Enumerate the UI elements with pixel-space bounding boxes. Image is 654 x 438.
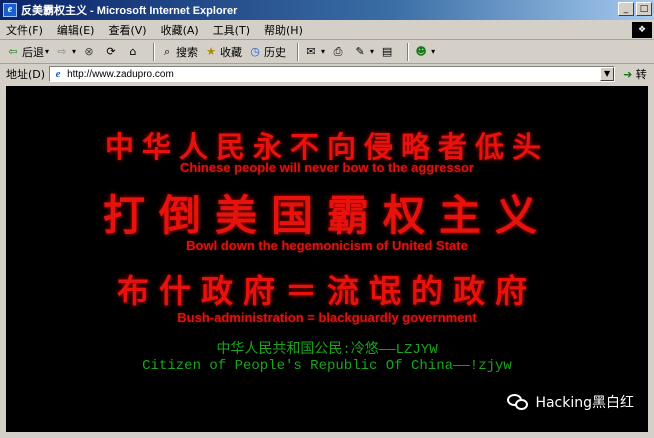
window-title: 反美霸权主义 - Microsoft Internet Explorer [21,5,238,17]
edit-button[interactable]: ✎ ▾ [353,45,374,59]
menu-file[interactable]: 文件(F) [6,22,43,38]
menu-bar: 文件(F) 编辑(E) 查看(V) 收藏(A) 工具(T) 帮助(H) [0,20,654,40]
home-icon: ⌂ [129,44,137,58]
toolbar: ⇦ 后退 ▾ ⇨ ▾ ⊗ ⟳ ⌂ ⌕ 搜索 ★ 收藏 ◷ 历史 ✉ ▾ ⎙ ✎ … [0,40,654,64]
refresh-icon: ⟳ [106,44,116,58]
edit-icon: ✎ [355,44,365,58]
search-label: 搜索 [176,45,199,59]
browser-window: e 反美霸权主义 - Microsoft Internet Explorer _… [0,0,654,438]
title-bar[interactable]: e 反美霸权主义 - Microsoft Internet Explorer _… [0,0,654,20]
watermark-text: Hacking黑白红 [535,395,634,411]
back-dropdown-icon[interactable]: ▾ [45,47,49,56]
history-icon: ◷ [250,44,260,58]
discuss-button[interactable]: ▤ [380,45,396,59]
go-button[interactable]: ➜ 转 [623,66,647,82]
print-button[interactable]: ⎙ [331,45,347,59]
signature-en: Citizen of People's Republic Of China——!… [142,358,512,374]
windows-logo-icon: ❖ [632,22,652,38]
menu-view[interactable]: 查看(V) [108,22,146,38]
slogan-cn-3: 布什政府＝流氓的政府 [116,272,537,310]
messenger-dropdown-icon[interactable]: ▾ [431,47,435,56]
messenger-icon: ☻ [415,44,427,58]
go-label: 转 [635,68,647,81]
mail-button[interactable]: ✉ ▾ [304,45,325,59]
menu-help[interactable]: 帮助(H) [264,22,303,38]
address-url[interactable]: http://www.zadupro.com [67,69,174,80]
slogan-en-3: Bush-administration = blackguardly gover… [177,310,477,325]
toolbar-separator [407,42,410,61]
menu-tools[interactable]: 工具(T) [213,22,250,38]
watermark: Hacking黑白红 [507,392,634,412]
menu-favorites[interactable]: 收藏(A) [161,22,199,38]
slogan-cn-2: 打倒美国霸权主义 [102,191,551,240]
signature-cn: 中华人民共和国公民:冷悠——LZJYW [216,342,438,358]
page-content: 中华人民永不向侵略者低头 Chinese people will never b… [6,86,648,432]
back-arrow-icon: ⇦ [8,44,18,58]
print-icon: ⎙ [333,44,343,58]
minimize-button[interactable]: _ [618,2,634,16]
favorites-button[interactable]: ★ 收藏 [204,44,242,60]
forward-dropdown-icon[interactable]: ▾ [72,47,76,56]
history-button[interactable]: ◷ 历史 [248,44,286,60]
ie-logo-icon: e [3,3,17,17]
favorites-icon: ★ [206,44,216,58]
slogan-en-2: Bowl down the hegemonicism of United Sta… [186,238,468,253]
menu-edit[interactable]: 编辑(E) [57,22,95,38]
refresh-button[interactable]: ⟳ [104,45,120,59]
forward-arrow-icon: ⇨ [57,44,67,58]
go-arrow-icon: ➜ [623,68,633,81]
search-icon: ⌕ [163,44,171,58]
discuss-icon: ▤ [381,44,393,58]
address-input[interactable]: e http://www.zadupro.com ▼ [49,66,616,82]
wechat-icon [507,392,531,412]
history-label: 历史 [264,45,287,59]
stop-button[interactable]: ⊗ [82,45,98,59]
address-bar: 地址(D) e http://www.zadupro.com ▼ ➜ 转 [0,64,654,84]
messenger-button[interactable]: ☻ ▾ [414,45,435,59]
favorites-label: 收藏 [220,45,243,59]
toolbar-separator [297,42,300,61]
maximize-button[interactable]: □ [636,2,652,16]
forward-button[interactable]: ⇨ ▾ [55,45,76,59]
address-label: 地址(D) [6,68,46,81]
stop-icon: ⊗ [84,44,94,58]
mail-icon: ✉ [306,44,316,58]
slogan-en-1: Chinese people will never bow to the agg… [179,160,474,175]
page-icon: e [55,68,61,80]
mail-dropdown-icon[interactable]: ▾ [321,47,325,56]
edit-dropdown-icon[interactable]: ▾ [370,47,374,56]
address-dropdown-icon[interactable]: ▼ [600,67,615,81]
search-button[interactable]: ⌕ 搜索 [160,44,198,60]
back-button[interactable]: ⇦ 后退 ▾ [6,44,49,60]
home-button[interactable]: ⌂ [126,45,142,59]
back-label: 后退 [22,45,44,59]
toolbar-separator [153,42,156,61]
window-controls: _ □ [618,2,652,16]
